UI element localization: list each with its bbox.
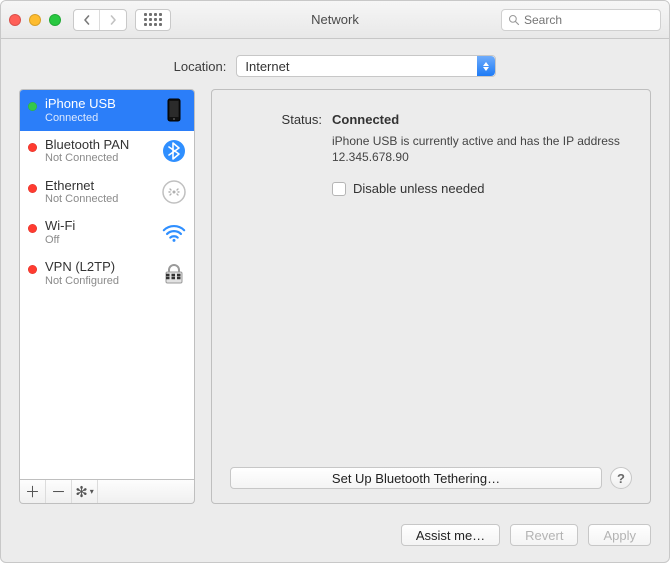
close-window-button[interactable] xyxy=(9,14,21,26)
remove-service-button[interactable]: － xyxy=(46,480,72,503)
zoom-window-button[interactable] xyxy=(49,14,61,26)
service-text: iPhone USB Connected xyxy=(45,96,154,125)
search-input[interactable] xyxy=(524,13,654,27)
detail-bottom: Set Up Bluetooth Tethering… ? xyxy=(230,467,632,489)
service-item-vpn[interactable]: VPN (L2TP) Not Configured xyxy=(20,253,194,294)
checkbox-icon xyxy=(332,182,346,196)
vpn-icon xyxy=(162,262,186,286)
service-name: iPhone USB xyxy=(45,96,154,112)
status-row: Status: Connected xyxy=(230,112,632,127)
service-name: Bluetooth PAN xyxy=(45,137,154,153)
nav-buttons xyxy=(73,9,127,31)
content-columns: iPhone USB Connected Bluetooth PAN Not C… xyxy=(1,89,669,514)
location-row: Location: Internet xyxy=(1,39,669,89)
search-icon xyxy=(508,14,520,26)
disable-unless-needed-checkbox[interactable]: Disable unless needed xyxy=(332,181,632,196)
service-status: Not Connected xyxy=(45,193,154,206)
status-dot-red-icon xyxy=(28,265,37,274)
show-all-preferences-button[interactable] xyxy=(135,9,171,31)
setup-bluetooth-tethering-button[interactable]: Set Up Bluetooth Tethering… xyxy=(230,467,602,489)
service-status: Not Connected xyxy=(45,152,154,165)
service-text: Bluetooth PAN Not Connected xyxy=(45,137,154,166)
status-dot-red-icon xyxy=(28,184,37,193)
gear-icon: ✻ xyxy=(75,483,88,501)
service-item-iphone-usb[interactable]: iPhone USB Connected xyxy=(20,90,194,131)
revert-button[interactable]: Revert xyxy=(510,524,578,546)
sidebar-toolbar: ＋ － ✻▾ xyxy=(19,480,195,504)
search-field[interactable] xyxy=(501,9,661,31)
apply-button[interactable]: Apply xyxy=(588,524,651,546)
plus-icon: ＋ xyxy=(25,481,40,502)
network-preferences-window: Network Location: Internet iPhone USB Co… xyxy=(0,0,670,563)
chevron-down-icon: ▾ xyxy=(90,487,94,496)
chevron-left-icon xyxy=(82,15,92,25)
minus-icon: － xyxy=(51,481,66,502)
help-button[interactable]: ? xyxy=(610,467,632,489)
ethernet-icon xyxy=(162,180,186,204)
service-status: Off xyxy=(45,234,154,247)
status-dot-green-icon xyxy=(28,102,37,111)
chevron-right-icon xyxy=(108,15,118,25)
status-dot-red-icon xyxy=(28,143,37,152)
minimize-window-button[interactable] xyxy=(29,14,41,26)
service-item-wifi[interactable]: Wi-Fi Off xyxy=(20,212,194,253)
service-list[interactable]: iPhone USB Connected Bluetooth PAN Not C… xyxy=(19,89,195,480)
service-text: Ethernet Not Connected xyxy=(45,178,154,207)
assist-me-button[interactable]: Assist me… xyxy=(401,524,500,546)
forward-button[interactable] xyxy=(100,10,126,30)
service-status: Not Configured xyxy=(45,275,154,288)
checkbox-label: Disable unless needed xyxy=(353,181,485,196)
back-button[interactable] xyxy=(74,10,100,30)
grid-icon xyxy=(144,13,162,26)
location-label: Location: xyxy=(174,59,227,74)
location-select[interactable]: Internet xyxy=(236,55,496,77)
bluetooth-icon xyxy=(162,139,186,163)
detail-panel: Status: Connected iPhone USB is currentl… xyxy=(211,89,651,504)
titlebar: Network xyxy=(1,1,669,39)
service-status: Connected xyxy=(45,112,154,125)
service-name: VPN (L2TP) xyxy=(45,259,154,275)
add-service-button[interactable]: ＋ xyxy=(20,480,46,503)
service-item-bluetooth-pan[interactable]: Bluetooth PAN Not Connected xyxy=(20,131,194,172)
location-value: Internet xyxy=(245,59,289,74)
service-name: Ethernet xyxy=(45,178,154,194)
select-arrows-icon xyxy=(477,56,495,76)
service-name: Wi-Fi xyxy=(45,218,154,234)
wifi-icon xyxy=(162,221,186,245)
status-dot-red-icon xyxy=(28,224,37,233)
status-description: iPhone USB is currently active and has t… xyxy=(332,133,632,165)
status-label: Status: xyxy=(230,112,322,127)
service-item-ethernet[interactable]: Ethernet Not Connected xyxy=(20,172,194,213)
window-controls xyxy=(9,14,61,26)
footer-buttons: Assist me… Revert Apply xyxy=(1,514,669,562)
service-actions-button[interactable]: ✻▾ xyxy=(72,480,98,503)
status-value: Connected xyxy=(332,112,399,127)
service-text: VPN (L2TP) Not Configured xyxy=(45,259,154,288)
iphone-icon xyxy=(162,98,186,122)
service-text: Wi-Fi Off xyxy=(45,218,154,247)
sidebar: iPhone USB Connected Bluetooth PAN Not C… xyxy=(19,89,195,504)
